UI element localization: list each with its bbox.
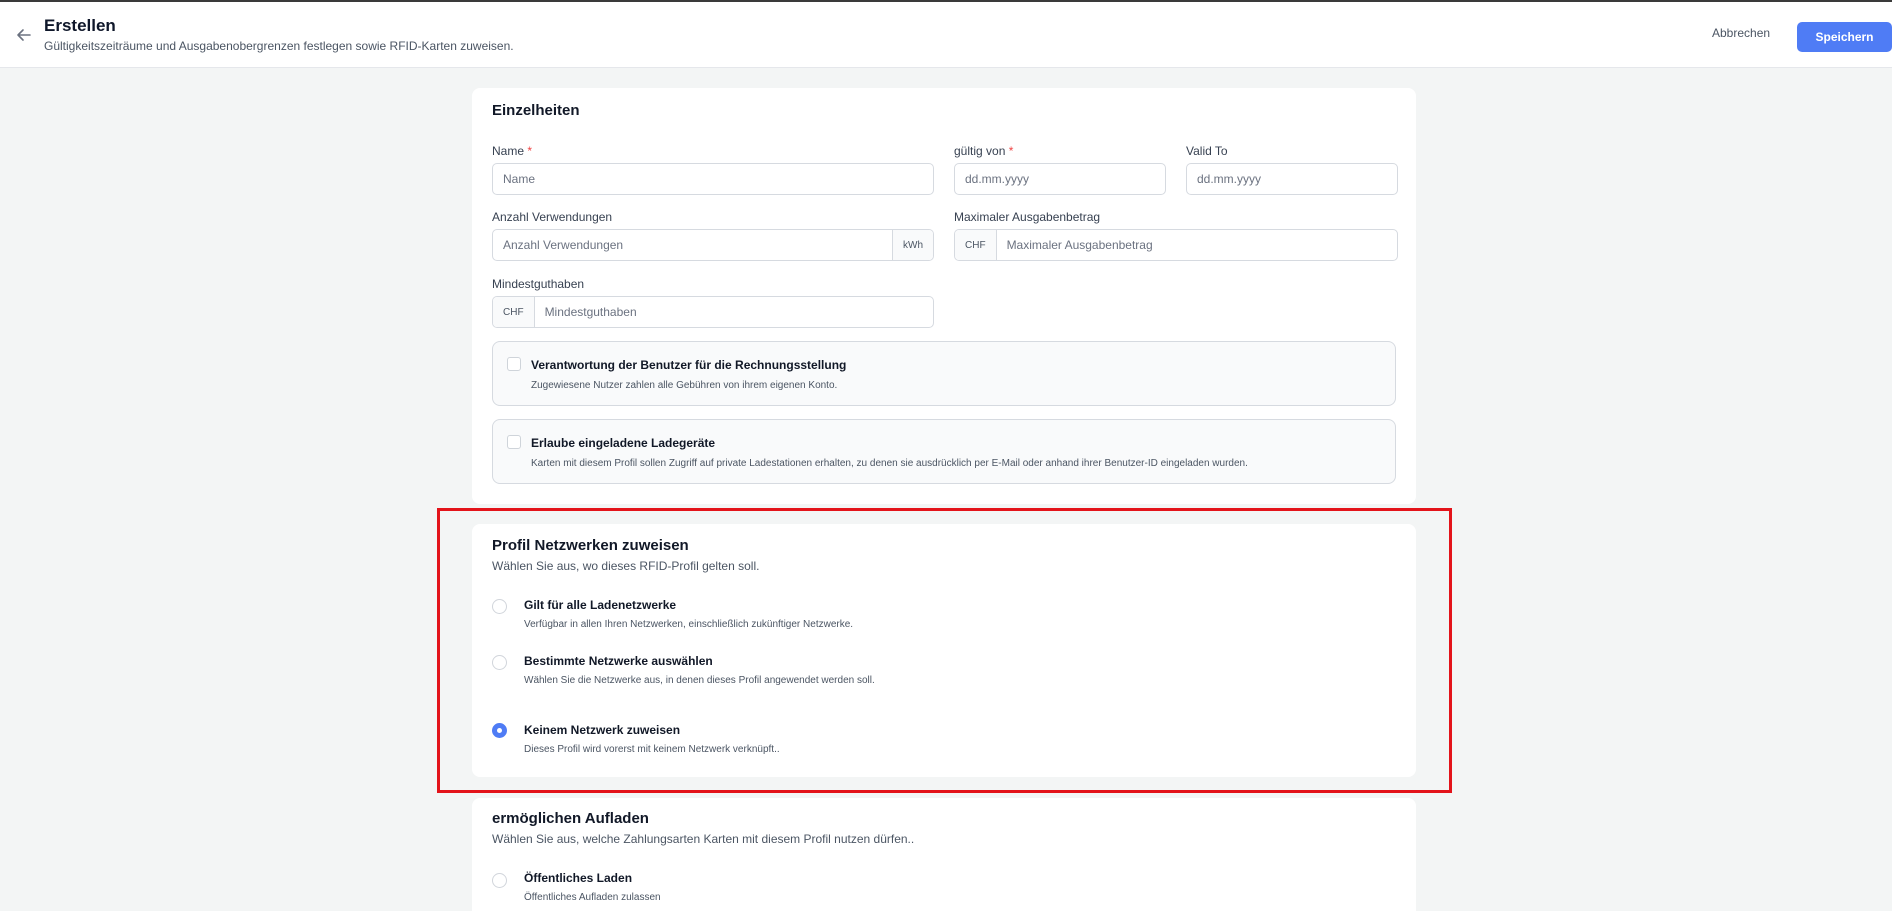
public-charging-title[interactable]: Öffentliches Laden — [524, 871, 632, 885]
usage-unit-addon: kWh — [892, 230, 933, 260]
public-charging-checkbox[interactable] — [492, 873, 507, 888]
option-all-networks-description: Verfügbar in allen Ihren Netzwerken, ein… — [524, 619, 854, 630]
min-balance-group: CHF — [492, 296, 934, 328]
invited-checkbox[interactable] — [507, 435, 521, 449]
billing-checkbox[interactable] — [507, 357, 521, 371]
public-charging-description: Öffentliches Aufladen zulassen — [524, 892, 661, 903]
name-label: Name * — [492, 144, 533, 158]
page-title: Erstellen — [44, 16, 116, 35]
max-spend-currency-addon: CHF — [955, 230, 997, 260]
valid-to-label: Valid To — [1186, 144, 1228, 158]
radio-all-networks[interactable] — [492, 599, 507, 614]
radio-specific-networks[interactable] — [492, 655, 507, 670]
usage-count-label: Anzahl Verwendungen — [492, 210, 613, 224]
page-header: Erstellen Gültigkeitszeiträume und Ausga… — [0, 2, 1892, 68]
option-specific-networks-title[interactable]: Bestimmte Netzwerke auswählen — [524, 654, 713, 668]
min-balance-currency-addon: CHF — [493, 297, 535, 327]
billing-option-description: Zugewiesene Nutzer zahlen alle Gebühren … — [531, 380, 838, 391]
arrow-left-icon[interactable] — [14, 25, 34, 45]
min-balance-input[interactable] — [534, 297, 933, 327]
billing-option-title: Verantwortung der Benutzer für die Rechn… — [531, 358, 847, 372]
details-title: Einzelheiten — [492, 102, 580, 119]
valid-from-input[interactable] — [954, 163, 1166, 195]
networks-title: Profil Netzwerken zuweisen — [492, 537, 689, 554]
max-spend-group: CHF — [954, 229, 1398, 261]
invited-option-box[interactable]: Erlaube eingeladene Ladegeräte Karten mi… — [492, 419, 1396, 484]
name-input[interactable] — [492, 163, 934, 195]
option-no-network-description: Dieses Profil wird vorerst mit keinem Ne… — [524, 744, 780, 755]
details-card: Einzelheiten Name * gültig von * Valid T… — [472, 88, 1416, 504]
option-all-networks-title[interactable]: Gilt für alle Ladenetzwerke — [524, 598, 676, 612]
option-no-network-title[interactable]: Keinem Netzwerk zuweisen — [524, 723, 680, 737]
usage-count-input[interactable] — [493, 230, 892, 260]
max-spend-label: Maximaler Ausgabenbetrag — [954, 210, 1101, 224]
charging-card: ermöglichen Aufladen Wählen Sie aus, wel… — [472, 798, 1416, 911]
usage-count-group: kWh — [492, 229, 934, 261]
networks-card: Profil Netzwerken zuweisen Wählen Sie au… — [472, 524, 1416, 777]
valid-to-input[interactable] — [1186, 163, 1398, 195]
option-specific-networks-description: Wählen Sie die Netzwerke aus, in denen d… — [524, 675, 875, 686]
billing-option-box[interactable]: Verantwortung der Benutzer für die Rechn… — [492, 341, 1396, 406]
cancel-button[interactable]: Abbrechen — [1712, 26, 1770, 40]
networks-subtitle: Wählen Sie aus, wo dieses RFID-Profil ge… — [492, 559, 760, 573]
page-subtitle: Gültigkeitszeiträume und Ausgabenobergre… — [44, 39, 514, 53]
radio-no-network[interactable] — [492, 723, 507, 738]
invited-option-description: Karten mit diesem Profil sollen Zugriff … — [531, 458, 1248, 469]
charging-title: ermöglichen Aufladen — [492, 810, 649, 827]
max-spend-input[interactable] — [996, 230, 1397, 260]
charging-subtitle: Wählen Sie aus, welche Zahlungsarten Kar… — [492, 832, 915, 846]
valid-from-label: gültig von * — [954, 144, 1014, 158]
min-balance-label: Mindestguthaben — [492, 277, 585, 291]
invited-option-title: Erlaube eingeladene Ladegeräte — [531, 436, 716, 450]
save-button[interactable]: Speichern — [1797, 22, 1892, 52]
